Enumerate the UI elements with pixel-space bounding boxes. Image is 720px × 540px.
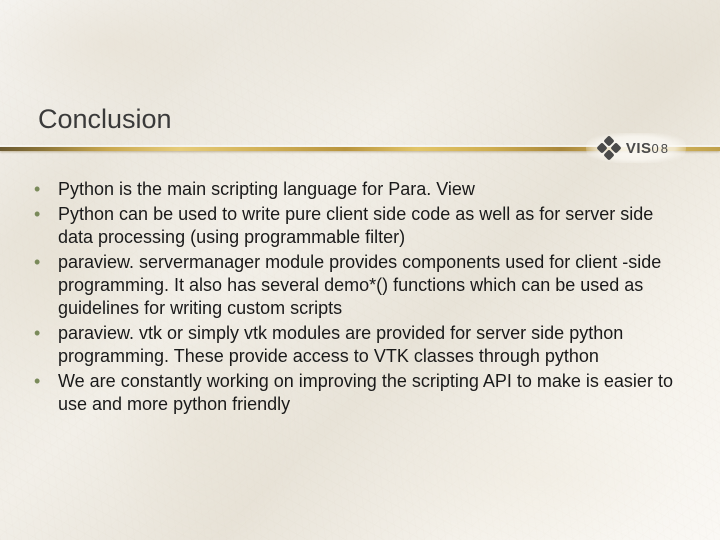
list-item: We are constantly working on improving t… — [24, 370, 684, 416]
logo-text: VIS08 — [626, 140, 670, 157]
list-item: Python is the main scripting language fo… — [24, 178, 684, 201]
bullet-list: Python is the main scripting language fo… — [24, 178, 684, 416]
list-item: paraview. servermanager module provides … — [24, 251, 684, 320]
list-item: paraview. vtk or simply vtk modules are … — [24, 322, 684, 368]
conference-logo: VIS08 — [586, 133, 686, 163]
slide-body: Python is the main scripting language fo… — [24, 178, 684, 418]
list-item: Python can be used to write pure client … — [24, 203, 684, 249]
logo-mark-icon — [596, 135, 622, 161]
slide-title: Conclusion — [38, 104, 172, 135]
logo-brand: VIS — [626, 140, 652, 157]
logo-suffix: 08 — [652, 141, 670, 156]
